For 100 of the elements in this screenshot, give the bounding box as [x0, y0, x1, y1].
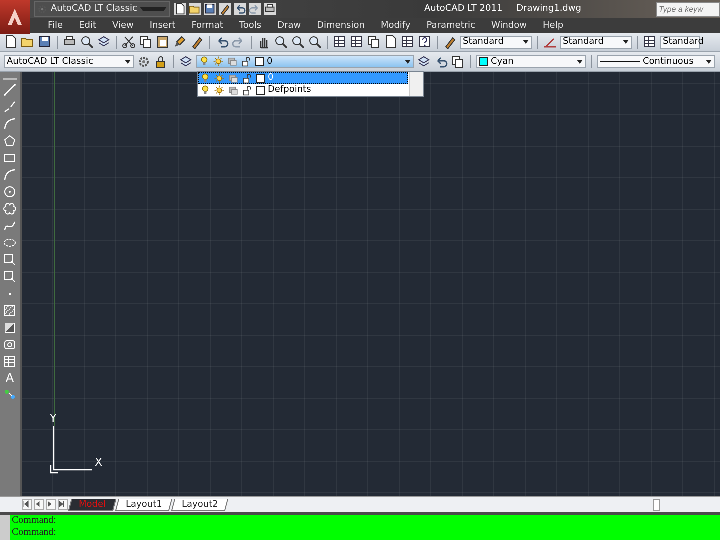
layers-icon[interactable]: [97, 35, 111, 49]
menu-item[interactable]: Parametric: [418, 20, 484, 30]
grid-icon[interactable]: [643, 35, 657, 49]
pencil-icon[interactable]: [219, 3, 231, 15]
polyline-icon[interactable]: [3, 100, 17, 114]
grid-icon[interactable]: [350, 35, 364, 49]
color-swatch[interactable]: [256, 86, 265, 94]
points-icon[interactable]: [3, 387, 17, 401]
pencil-icon[interactable]: [190, 35, 204, 49]
menu-item[interactable]: Tools: [231, 20, 270, 30]
gradient-icon[interactable]: [3, 321, 17, 335]
page-icon[interactable]: [174, 3, 186, 15]
first-icon: [22, 500, 32, 510]
grid-icon[interactable]: [333, 35, 347, 49]
arc-icon[interactable]: [3, 117, 17, 131]
copy-icon[interactable]: [139, 35, 153, 49]
padlock-icon[interactable]: [242, 84, 253, 96]
padlock-icon[interactable]: [242, 72, 253, 84]
next-button[interactable]: [46, 499, 56, 510]
menu-item[interactable]: Format: [184, 20, 232, 30]
app-title: AutoCAD LT 2011: [424, 4, 503, 14]
application-button[interactable]: [0, 0, 30, 34]
zoom-icon[interactable]: [291, 35, 305, 49]
copy-icon[interactable]: [367, 35, 381, 49]
layer-dropdown[interactable]: 0: [196, 55, 414, 68]
copy-icon[interactable]: [451, 54, 465, 68]
circle-icon[interactable]: [3, 185, 17, 199]
caret-icon[interactable]: [523, 40, 529, 44]
viewport-icon: [228, 72, 239, 84]
line-sample: [600, 61, 640, 62]
search-field[interactable]: Type a keyw: [656, 2, 720, 16]
first-button[interactable]: [22, 499, 32, 510]
viewport-icon: [228, 84, 239, 96]
brush-icon[interactable]: [173, 35, 187, 49]
previous-button[interactable]: [34, 499, 44, 510]
menu-item[interactable]: Window: [484, 20, 536, 30]
caret-icon[interactable]: [405, 60, 411, 64]
logo-icon: [5, 7, 25, 27]
grid-icon[interactable]: [401, 35, 415, 49]
menu-item[interactable]: Dimension: [309, 20, 373, 30]
layout-tab[interactable]: Layout1: [115, 498, 173, 510]
layers-icon[interactable]: [179, 54, 193, 68]
spline-icon[interactable]: [3, 219, 17, 233]
zoom-icon[interactable]: [274, 35, 288, 49]
menu-item[interactable]: File: [40, 20, 72, 30]
menu-item[interactable]: Help: [535, 20, 572, 30]
padlock-icon[interactable]: [241, 56, 252, 67]
block-icon[interactable]: [3, 253, 17, 267]
scrollbar[interactable]: [409, 72, 423, 96]
viewport-icon: [227, 56, 238, 67]
gear-icon[interactable]: [137, 54, 151, 68]
block-icon[interactable]: [3, 270, 17, 284]
menu-item[interactable]: Draw: [270, 20, 310, 30]
printer-icon[interactable]: [264, 3, 276, 15]
scissors-icon[interactable]: [122, 35, 136, 49]
gear-icon: [37, 4, 48, 14]
menu-item[interactable]: View: [104, 20, 142, 30]
style-dropdown[interactable]: Standard: [460, 36, 532, 48]
page-icon[interactable]: [384, 35, 398, 49]
padlock-icon[interactable]: [154, 54, 168, 68]
color-swatch[interactable]: [255, 57, 264, 66]
table-icon[interactable]: [3, 355, 17, 369]
linetype-dropdown[interactable]: Continuous: [597, 55, 715, 68]
cloud-icon[interactable]: [3, 202, 17, 216]
menu-item[interactable]: Modify: [372, 20, 419, 30]
caret-icon[interactable]: [706, 60, 712, 64]
pencil-icon[interactable]: [443, 35, 457, 49]
scroll-thumb[interactable]: [653, 498, 660, 510]
color-swatch[interactable]: [256, 74, 265, 82]
help-icon[interactable]: [418, 35, 432, 49]
command-line: Command:: [12, 515, 56, 527]
hatch-icon[interactable]: [3, 304, 17, 318]
arc-icon[interactable]: [3, 168, 17, 182]
caret-icon[interactable]: [125, 60, 131, 64]
magnifier-icon[interactable]: [80, 35, 94, 49]
menu-item[interactable]: Edit: [71, 20, 104, 30]
folder-icon[interactable]: [189, 3, 201, 15]
workspace-dropdown[interactable]: AutoCAD LT Classic: [34, 1, 170, 17]
grip-handle[interactable]: [0, 515, 10, 540]
polygon-icon[interactable]: [3, 134, 17, 148]
caret-icon[interactable]: [623, 40, 629, 44]
sun-icon[interactable]: [214, 72, 225, 84]
region-icon[interactable]: [3, 338, 17, 352]
workspace-dropdown[interactable]: AutoCAD LT Classic: [4, 55, 134, 68]
zoom-icon[interactable]: [308, 35, 322, 49]
style-dropdown[interactable]: Standard: [560, 36, 632, 48]
layout-tab[interactable]: Layout2: [172, 498, 230, 510]
menu-item[interactable]: Insert: [142, 20, 184, 30]
last-button[interactable]: [58, 499, 68, 510]
line-icon[interactable]: [3, 83, 17, 97]
caret-icon[interactable]: [577, 60, 583, 64]
undo-icon[interactable]: [234, 3, 246, 15]
text-tool[interactable]: A: [6, 372, 14, 384]
color-dropdown[interactable]: Cyan: [476, 55, 586, 68]
disk-icon[interactable]: [204, 3, 216, 15]
bulb-icon[interactable]: [200, 72, 211, 84]
ellipse-icon[interactable]: [3, 236, 17, 250]
document-title: Drawing1.dwg: [516, 4, 582, 14]
clipboard-icon[interactable]: [156, 35, 170, 49]
layers-icon[interactable]: [417, 54, 431, 68]
